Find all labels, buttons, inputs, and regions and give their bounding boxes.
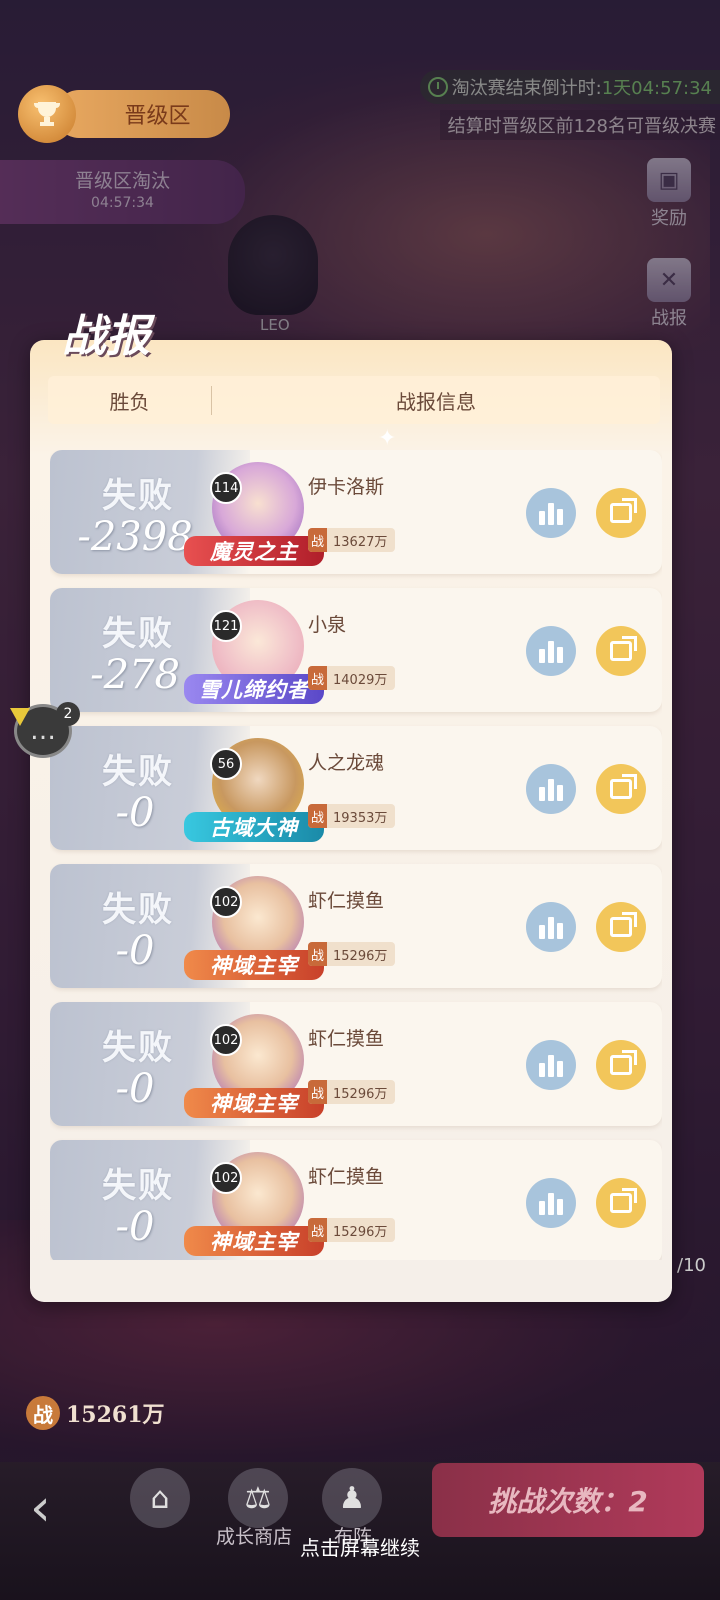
result-text: 失败 (102, 1166, 174, 1206)
share-icon (610, 1055, 632, 1075)
level-badge: 114 (210, 472, 242, 504)
power-value: 15296万 (333, 1224, 388, 1240)
power-display: 战 13627万 (308, 528, 396, 552)
stats-button[interactable] (526, 626, 576, 676)
result-text: 失败 (102, 614, 174, 654)
power-display: 战 14029万 (308, 666, 396, 690)
power-display: 战 15296万 (308, 1080, 396, 1104)
power-value: 15296万 (333, 1086, 388, 1102)
stats-button[interactable] (526, 1040, 576, 1090)
share-icon (610, 1193, 632, 1213)
challenge-button[interactable]: 挑战次数：2 (432, 1463, 704, 1537)
result-text: 失败 (102, 890, 174, 930)
power-tag: 战 (308, 1080, 328, 1104)
share-icon (610, 641, 632, 661)
stats-button[interactable] (526, 902, 576, 952)
player-power-tag: 战 (26, 1396, 60, 1430)
level-badge: 102 (210, 886, 242, 918)
power-display: 战 19353万 (308, 804, 396, 828)
col-result-header: 胜负 (48, 385, 212, 415)
share-button[interactable] (596, 626, 646, 676)
challenge-label: 挑战次数：2 (488, 1485, 648, 1518)
title-badge: 神域主宰 (184, 1088, 324, 1118)
opponent-name: 虾仁摸鱼 (308, 890, 385, 912)
share-icon (610, 503, 632, 523)
opponent-name: 小泉 (308, 614, 347, 636)
title-badge: 古域大神 (184, 812, 324, 842)
page-indicator: /10 (677, 1255, 706, 1276)
opponent-name: 伊卡洛斯 (308, 476, 385, 498)
scale-icon[interactable]: ⚖ (228, 1468, 288, 1528)
report-list[interactable]: 失败 -2398 114 魔灵之主 伊卡洛斯 战 13627万 失败 -278 1… (50, 450, 662, 1260)
title-badge: 神域主宰 (184, 1226, 324, 1256)
report-row: 失败 -278 121 雪儿缔约者 小泉 战 14029万 (50, 588, 662, 712)
title-badge: 雪儿缔约者 (184, 674, 324, 704)
power-display: 战 15296万 (308, 942, 396, 966)
level-badge: 56 (210, 748, 242, 780)
stats-button[interactable] (526, 488, 576, 538)
result-text: 失败 (102, 1028, 174, 1068)
stats-button[interactable] (526, 1178, 576, 1228)
share-button[interactable] (596, 1178, 646, 1228)
power-display: 战 15296万 (308, 1218, 396, 1242)
trophy-icon (18, 85, 76, 143)
power-tag: 战 (308, 942, 328, 966)
stats-button[interactable] (526, 764, 576, 814)
level-badge: 102 (210, 1024, 242, 1056)
opponent-name: 虾仁摸鱼 (308, 1166, 385, 1188)
power-tag: 战 (308, 528, 328, 552)
share-button[interactable] (596, 764, 646, 814)
col-info-header: 战报信息 (396, 389, 476, 414)
power-value: 19353万 (333, 810, 388, 826)
chat-icon: … (30, 716, 56, 746)
power-tag: 战 (308, 804, 328, 828)
share-button[interactable] (596, 902, 646, 952)
back-arrow-icon[interactable]: ‹ (30, 1478, 51, 1538)
zone-button[interactable]: 晋级区 (55, 90, 230, 138)
power-value: 13627万 (333, 534, 388, 550)
report-row: 失败 -2398 114 魔灵之主 伊卡洛斯 战 13627万 (50, 450, 662, 574)
opponent-name: 虾仁摸鱼 (308, 1028, 385, 1050)
level-badge: 121 (210, 610, 242, 642)
power-value: 14029万 (333, 672, 388, 688)
report-row: 失败 -0 102 神域主宰 虾仁摸鱼 战 15296万 (50, 864, 662, 988)
title-badge: 神域主宰 (184, 950, 324, 980)
report-row: 失败 -0 102 神域主宰 虾仁摸鱼 战 15296万 (50, 1140, 662, 1260)
report-title: 战报 (62, 311, 150, 362)
share-button[interactable] (596, 488, 646, 538)
chess-pieces-icon[interactable]: ♟ (322, 1468, 382, 1528)
report-header: 胜负 战报信息 (48, 376, 660, 424)
battle-report-panel: 胜负 战报信息 ✦ 失败 -2398 114 魔灵之主 伊卡洛斯 战 13627万… (30, 340, 672, 1302)
result-text: 失败 (102, 476, 174, 516)
title-badge: 魔灵之主 (184, 536, 324, 566)
shop-icon[interactable]: ⌂ (130, 1468, 190, 1528)
level-badge: 102 (210, 1162, 242, 1194)
sparkle-icon: ✦ (378, 426, 397, 451)
zone-label: 晋级区 (124, 104, 191, 129)
tap-to-continue-hint[interactable]: 点击屏幕继续 (0, 1532, 720, 1561)
result-text: 失败 (102, 752, 174, 792)
power-tag: 战 (308, 666, 328, 690)
power-tag: 战 (308, 1218, 328, 1242)
opponent-name: 人之龙魂 (308, 752, 385, 774)
player-power-value: 15261万 (66, 1402, 165, 1428)
share-button[interactable] (596, 1040, 646, 1090)
share-icon (610, 917, 632, 937)
share-icon (610, 779, 632, 799)
report-row: 失败 -0 102 神域主宰 虾仁摸鱼 战 15296万 (50, 1002, 662, 1126)
report-row: 失败 -0 56 古域大神 人之龙魂 战 19353万 (50, 726, 662, 850)
power-value: 15296万 (333, 948, 388, 964)
chat-unread-count: 2 (56, 702, 80, 726)
player-power: 战 15261万 (26, 1396, 165, 1430)
